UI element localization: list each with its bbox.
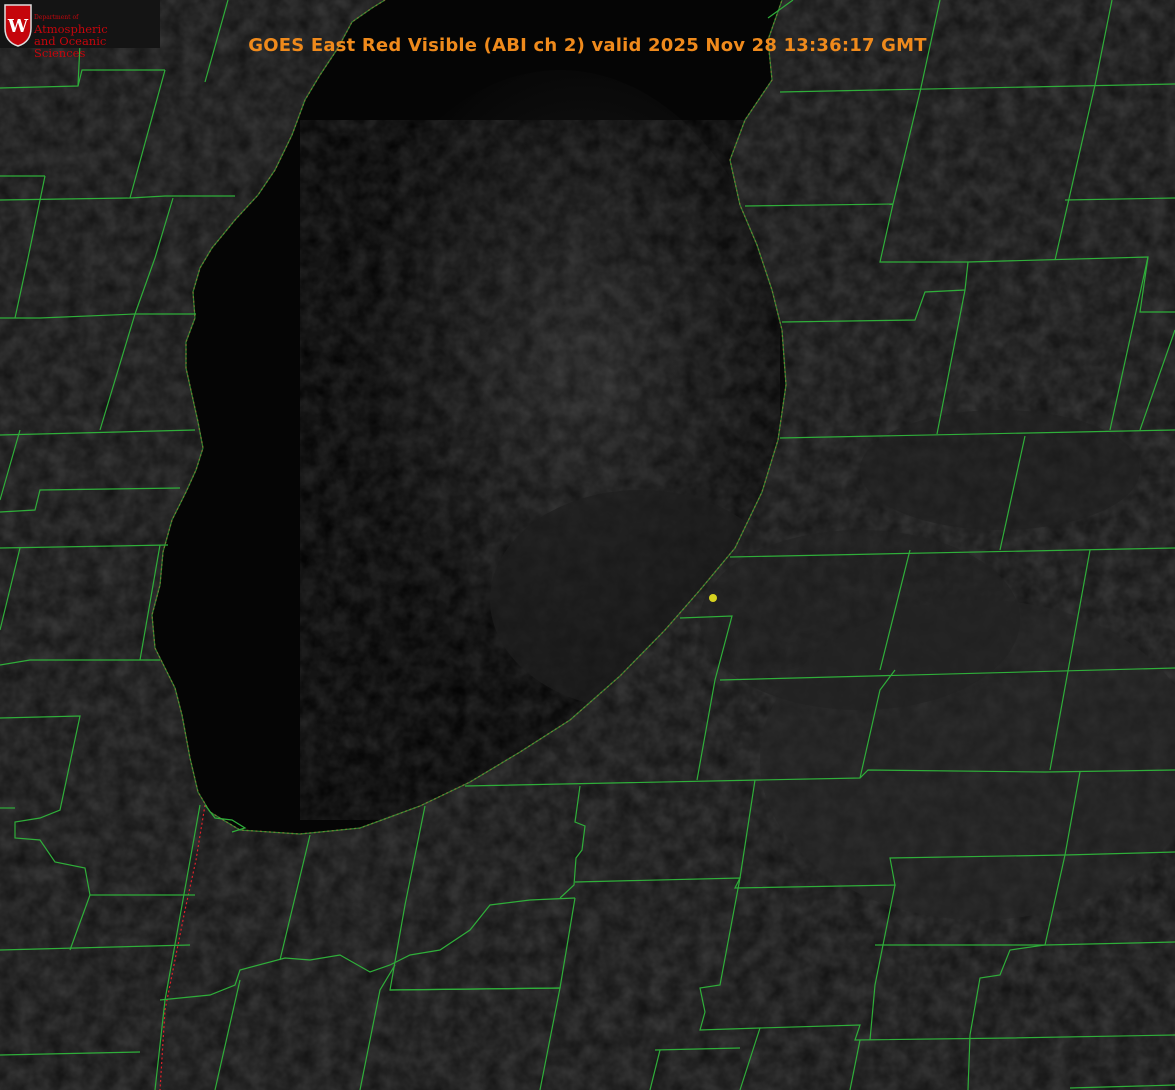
satellite-image-view: W Department of Atmospheric and Oceanic … xyxy=(0,0,1175,1090)
image-title: GOES East Red Visible (ABI ch 2) valid 2… xyxy=(248,35,927,56)
logo-dept-text: Department of xyxy=(34,14,79,21)
cloud-patch xyxy=(860,410,1140,530)
station-marker xyxy=(709,594,717,602)
map-canvas xyxy=(0,0,1175,1090)
svg-text:W: W xyxy=(7,16,29,37)
